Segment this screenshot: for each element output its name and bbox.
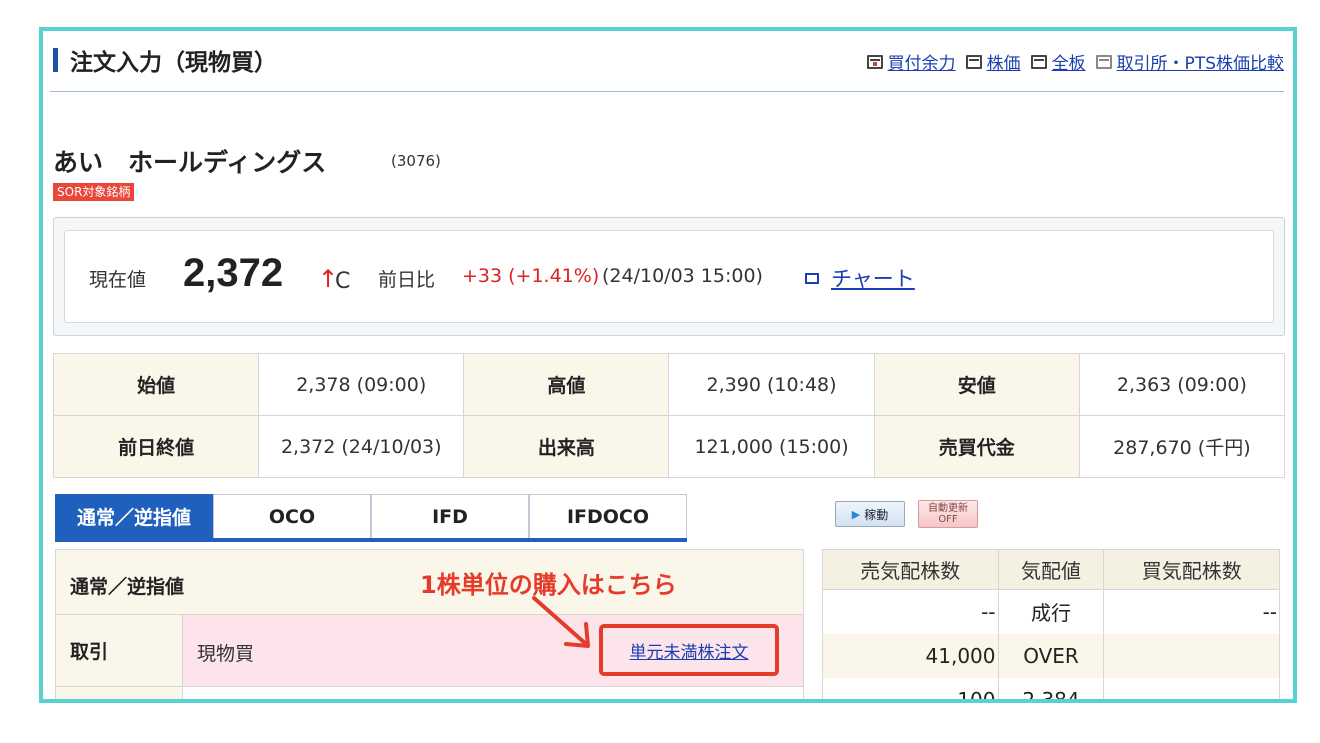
quote-price: 2,384 — [997, 677, 1105, 699]
sell-qty: 41,000 — [822, 633, 999, 678]
run-button-label: 稼動 — [864, 507, 889, 522]
page-title: 注文入力（現物買） — [70, 50, 277, 76]
popup-window-icon — [805, 272, 819, 284]
price-panel-inner: 現在値 2,372 ↑ C 前日比 +33 (+1.41%) (24/10/03… — [64, 230, 1274, 323]
tab-ifdoco[interactable]: IFDOCO — [529, 494, 687, 538]
buy-qty: -- — [1103, 589, 1280, 634]
sell-qty: -- — [822, 589, 999, 634]
order-form-header: 通常／逆指値 1株単位の購入はこちら — [55, 549, 804, 615]
odd-lot-order-link[interactable]: 単元未満株注文 — [630, 638, 749, 663]
prev-day-change-value: +33 (+1.41%) — [462, 265, 600, 287]
stats-row: 始値 2,378 (09:00) 高値 2,390 (10:48) 安値 2,3… — [52, 353, 1286, 416]
stock-name: あい ホールディングス — [53, 148, 327, 177]
run-button[interactable]: ▶ 稼動 — [835, 501, 905, 527]
buying-power-link-item[interactable]: 買付余力 — [866, 49, 956, 74]
turnover-value: 287,670 (千円) — [1078, 415, 1286, 478]
buy-qty-header: 買気配株数 — [1103, 549, 1280, 590]
auto-update-state: OFF — [938, 514, 958, 525]
price-flag: C — [335, 269, 351, 294]
full-board-icon — [1030, 54, 1047, 69]
tab-normal-stop[interactable]: 通常／逆指値 — [55, 494, 213, 538]
buying-power-link[interactable]: 買付余力 — [888, 49, 956, 74]
open-label: 始値 — [52, 353, 260, 416]
open-value: 2,378 (09:00) — [258, 353, 465, 416]
order-book-row: 41,000 OVER — [822, 633, 1280, 678]
chart-link-group[interactable]: チャート — [805, 263, 915, 293]
price-timestamp: (24/10/03 15:00) — [602, 265, 763, 287]
order-form-section-label: 通常／逆指値 — [70, 576, 185, 598]
turnover-label: 売買代金 — [873, 415, 1080, 478]
screenshot-frame: 注文入力（現物買） 買付余力 株価 全板 取引所・PTS株価比較 あい ホールデ… — [39, 27, 1297, 703]
sell-qty: 100 — [822, 677, 999, 699]
high-value: 2,390 (10:48) — [668, 353, 875, 416]
prev-day-change-label: 前日比 — [378, 269, 436, 291]
annotation-arrow-icon — [532, 596, 590, 648]
trade-value-cell: 現物買 単元未満株注文 — [183, 615, 803, 686]
stock-price-icon — [965, 54, 982, 69]
order-page: 注文入力（現物買） 買付余力 株価 全板 取引所・PTS株価比較 あい ホールデ… — [50, 31, 1286, 699]
header-divider — [50, 91, 1284, 92]
exchange-pts-compare-link[interactable]: 取引所・PTS株価比較 — [1117, 49, 1284, 74]
header-links: 買付余力 株価 全板 取引所・PTS株価比較 — [857, 49, 1284, 74]
play-icon: ▶ — [851, 507, 861, 521]
full-board-link[interactable]: 全板 — [1052, 49, 1086, 74]
compare-icon — [1095, 54, 1112, 69]
high-label: 高値 — [463, 353, 670, 416]
title-accent-bar — [53, 48, 58, 72]
quote-price: OVER — [997, 633, 1105, 678]
tab-oco[interactable]: OCO — [213, 494, 371, 538]
volume-value: 121,000 (15:00) — [668, 415, 875, 478]
full-board-link-item[interactable]: 全板 — [1030, 49, 1086, 74]
price-panel: 現在値 2,372 ↑ C 前日比 +33 (+1.41%) (24/10/03… — [53, 217, 1285, 336]
buy-qty — [1103, 633, 1280, 678]
low-value: 2,363 (09:00) — [1078, 353, 1286, 416]
odd-lot-highlight-box: 単元未満株注文 — [599, 624, 779, 676]
compare-link-item[interactable]: 取引所・PTS株価比較 — [1095, 49, 1284, 74]
buy-qty — [1103, 677, 1280, 699]
auto-update-label: 自動更新 — [928, 503, 968, 514]
sell-qty-header: 売気配株数 — [822, 549, 999, 590]
price-stats-table: 始値 2,378 (09:00) 高値 2,390 (10:48) 安値 2,3… — [52, 353, 1286, 478]
order-book-row: -- 成行 -- — [822, 589, 1280, 634]
prev-close-label: 前日終値 — [52, 415, 260, 478]
next-form-row — [55, 687, 804, 699]
header: 注文入力（現物買） 買付余力 株価 全板 取引所・PTS株価比較 — [50, 41, 1284, 77]
chart-link[interactable]: チャート — [831, 263, 915, 293]
next-form-row-value — [183, 687, 803, 699]
stock-code: (3076) — [391, 152, 441, 170]
trade-row: 取引 現物買 単元未満株注文 — [55, 615, 804, 687]
order-book-row: 100 2,384 — [822, 677, 1280, 699]
tab-ifd[interactable]: IFD — [371, 494, 529, 538]
stock-price-link[interactable]: 株価 — [987, 49, 1021, 74]
stats-row: 前日終値 2,372 (24/10/03) 出来高 121,000 (15:00… — [52, 415, 1286, 478]
current-price-label: 現在値 — [89, 269, 147, 291]
volume-label: 出来高 — [463, 415, 670, 478]
trade-value: 現物買 — [197, 643, 255, 665]
order-form: 通常／逆指値 1株単位の購入はこちら 取引 現物買 単元未満株注文 — [55, 549, 804, 699]
next-form-row-label — [56, 687, 183, 699]
order-book-header: 売気配株数 気配値 買気配株数 — [822, 549, 1280, 590]
trade-label: 取引 — [56, 615, 183, 686]
quote-price-header: 気配値 — [997, 549, 1105, 590]
stock-price-link-item[interactable]: 株価 — [965, 49, 1021, 74]
auto-update-toggle[interactable]: 自動更新 OFF — [918, 500, 978, 528]
current-price-value: 2,372 — [183, 251, 284, 295]
prev-close-value: 2,372 (24/10/03) — [258, 415, 465, 478]
quote-price: 成行 — [997, 589, 1105, 634]
order-type-tabs: 通常／逆指値 OCO IFD IFDOCO — [55, 494, 687, 542]
sor-badge: SOR対象銘柄 — [53, 183, 135, 201]
buying-power-icon — [866, 54, 883, 69]
low-label: 安値 — [873, 353, 1080, 416]
order-book-table: 売気配株数 気配値 買気配株数 -- 成行 -- 41,000 OVER 100… — [822, 549, 1280, 699]
